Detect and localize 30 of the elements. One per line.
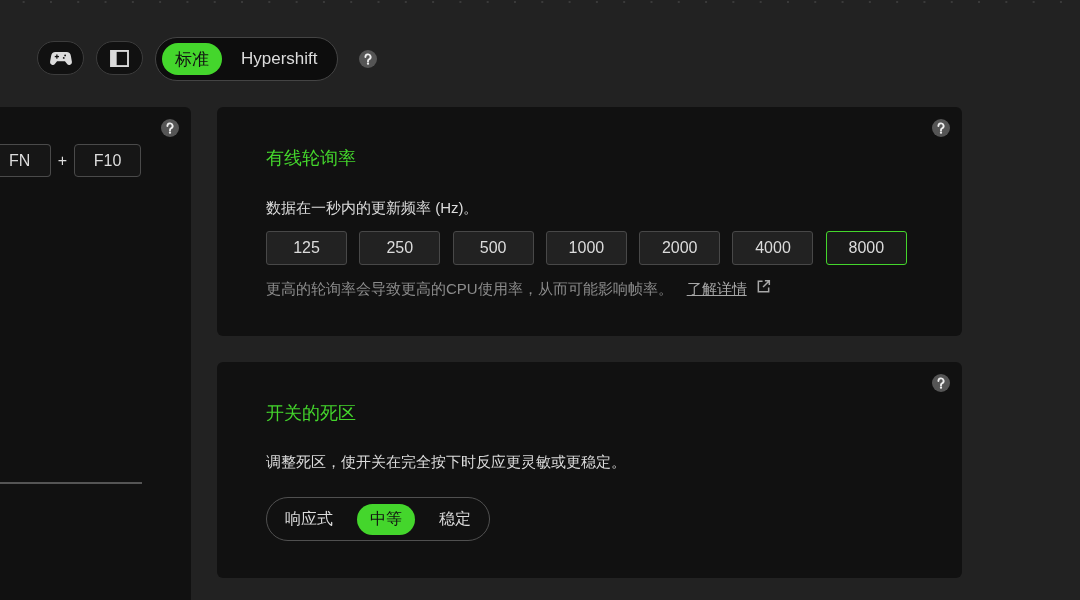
key-cap: F10: [74, 144, 141, 177]
gamepad-button[interactable]: [37, 41, 84, 75]
external-link-icon[interactable]: [755, 278, 771, 294]
panel-layout-icon: [110, 49, 129, 67]
rate-button[interactable]: 4000: [732, 231, 814, 265]
rate-button[interactable]: 250: [359, 231, 441, 265]
card-title: 有线轮询率: [266, 147, 356, 169]
segment-option[interactable]: 响应式: [272, 503, 346, 535]
segment-option[interactable]: 中等: [357, 503, 415, 535]
rate-button[interactable]: 125: [266, 231, 347, 265]
rate-button[interactable]: 8000: [825, 231, 907, 265]
plus-sign: +: [56, 151, 69, 170]
card-description: 调整死区，使开关在完全按下时反应更灵敏或更稳定。: [266, 452, 626, 472]
rate-button[interactable]: 2000: [639, 231, 721, 265]
rate-button[interactable]: 1000: [545, 231, 627, 265]
segment-option[interactable]: 稳定: [426, 503, 484, 535]
help-icon[interactable]: [932, 374, 950, 392]
gamepad-icon: [49, 50, 72, 66]
card-description: 数据在一秒内的更新频率 (Hz)。: [266, 198, 479, 218]
note-text: 更高的轮询率会导致更高的CPU使用率，从而可能影响帧率。: [266, 279, 673, 299]
panel-layout-button[interactable]: [96, 41, 143, 75]
mode-tab[interactable]: 标准: [162, 43, 222, 75]
help-icon[interactable]: [161, 119, 179, 137]
mode-tab[interactable]: Hypershift: [228, 43, 331, 75]
help-icon[interactable]: [932, 119, 950, 137]
help-icon[interactable]: [358, 50, 377, 68]
learn-more-link[interactable]: 了解详情: [686, 278, 747, 300]
key-cap: FN: [0, 144, 51, 177]
rate-button[interactable]: 500: [452, 231, 534, 265]
card-title: 开关的死区: [266, 402, 356, 424]
